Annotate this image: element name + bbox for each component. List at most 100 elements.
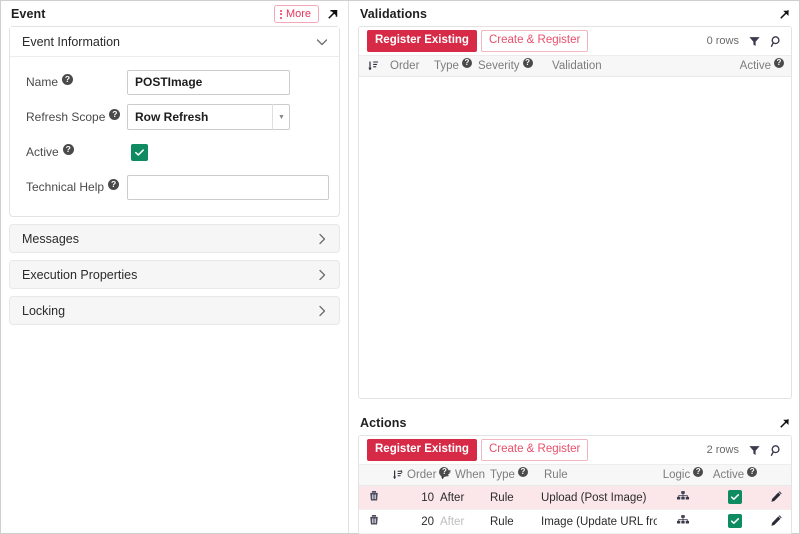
validations-toolbar-right: 0 rows	[707, 35, 783, 48]
validations-col-validation[interactable]: Validation	[549, 56, 721, 77]
validations-col-order[interactable]: Order	[387, 56, 431, 77]
validations-col-active[interactable]: Active ?	[721, 56, 791, 77]
validations-register-existing-button[interactable]: Register Existing	[367, 30, 477, 51]
validations-col-validation-label: Validation	[552, 60, 602, 72]
actions-col-type[interactable]: Type ?	[487, 465, 535, 486]
messages-label: Messages	[22, 232, 79, 246]
validations-title: Validations	[360, 7, 427, 21]
event-header-actions: More	[274, 5, 340, 23]
pencil-icon[interactable]	[770, 514, 783, 527]
expand-arrow-icon[interactable]	[326, 7, 340, 21]
active-label-text: Active	[26, 145, 59, 159]
validations-col-sort[interactable]	[359, 56, 387, 77]
validations-toolbar: Register Existing Create & Register 0 ro…	[359, 27, 791, 55]
actions-col-rule-label: Rule	[544, 469, 568, 481]
sidebar-item-execution-properties[interactable]: Execution Properties	[9, 260, 340, 289]
chevron-right-icon[interactable]	[315, 232, 329, 246]
field-row-refresh-scope: Refresh Scope ? Row Refresh ▼	[22, 102, 329, 132]
search-icon[interactable]	[770, 444, 783, 457]
validations-header-actions	[778, 7, 792, 21]
actions-table-header-row: 1 Order ? 2 When	[359, 465, 791, 486]
actions-col-logic[interactable]: Logic ?	[657, 465, 709, 486]
help-icon[interactable]: ?	[518, 467, 528, 477]
chevron-down-icon[interactable]	[315, 35, 329, 49]
row-edit-cell[interactable]	[761, 486, 791, 510]
validations-empty-area	[359, 77, 791, 395]
refresh-scope-value[interactable]: Row Refresh	[127, 104, 290, 130]
pencil-icon[interactable]	[770, 490, 783, 503]
row-logic-cell[interactable]	[657, 486, 709, 510]
help-icon[interactable]: ?	[747, 467, 757, 477]
row-edit-cell[interactable]	[761, 510, 791, 534]
row-when: After	[437, 486, 487, 510]
table-row[interactable]: 20AfterRuleImage (Update URL from Upload…	[359, 510, 791, 534]
actions-header: Actions	[350, 410, 800, 432]
name-input[interactable]	[127, 70, 290, 95]
event-information-header[interactable]: Event Information	[10, 27, 339, 57]
sidebar-item-locking[interactable]: Locking	[9, 296, 340, 325]
validations-create-register-button[interactable]: Create & Register	[481, 30, 588, 51]
more-button[interactable]: More	[274, 5, 319, 23]
help-icon[interactable]: ?	[523, 58, 533, 68]
validations-col-order-label: Order	[390, 60, 419, 72]
row-type: Rule	[487, 510, 535, 534]
name-label-text: Name	[26, 75, 58, 89]
actions-panel: Actions Register Existing Create & Regis…	[350, 410, 800, 533]
field-row-technical-help: Technical Help ?	[22, 172, 329, 202]
actions-col-type-label: Type	[490, 469, 515, 481]
actions-create-register-button[interactable]: Create & Register	[481, 439, 588, 460]
validations-col-severity[interactable]: Severity ?	[475, 56, 549, 77]
expand-arrow-icon[interactable]	[778, 7, 792, 21]
row-when: After	[437, 510, 487, 534]
filter-icon[interactable]	[748, 444, 761, 457]
chevron-down-icon[interactable]: ▼	[272, 104, 290, 130]
help-icon[interactable]: ?	[693, 467, 703, 477]
actions-col-logic-label: Logic	[663, 469, 691, 481]
help-icon[interactable]: ?	[462, 58, 472, 68]
row-order: 20	[389, 510, 437, 534]
hierarchy-icon[interactable]	[676, 490, 690, 503]
right-column: Validations Register Existing Create & R…	[350, 1, 800, 533]
row-logic-cell[interactable]	[657, 510, 709, 534]
row-active-checkbox[interactable]	[728, 514, 742, 528]
actions-col-order[interactable]: 1 Order ?	[389, 465, 437, 486]
chevron-right-icon[interactable]	[315, 268, 329, 282]
trash-icon[interactable]	[368, 490, 380, 502]
actions-col-rule[interactable]: Rule	[535, 465, 657, 486]
trash-icon[interactable]	[368, 514, 380, 526]
expand-arrow-icon[interactable]	[778, 416, 792, 430]
refresh-scope-select[interactable]: Row Refresh ▼	[127, 104, 290, 130]
row-active-cell[interactable]	[709, 486, 761, 510]
row-type: Rule	[487, 486, 535, 510]
validations-col-severity-label: Severity	[478, 60, 520, 72]
actions-toolbar: Register Existing Create & Register 2 ro…	[359, 436, 791, 464]
row-rule: Image (Update URL from Upload)	[535, 510, 657, 534]
table-row[interactable]: 10AfterRuleUpload (Post Image)	[359, 486, 791, 510]
hierarchy-icon[interactable]	[676, 514, 690, 527]
row-delete-cell[interactable]	[359, 486, 389, 510]
validations-col-type[interactable]: Type ?	[431, 56, 475, 77]
validations-table: Order Type ? Severity ?	[359, 55, 791, 77]
search-icon[interactable]	[770, 35, 783, 48]
svg-text:1: 1	[400, 469, 403, 474]
chevron-right-icon[interactable]	[315, 304, 329, 318]
actions-col-order-label: Order	[407, 469, 436, 481]
technical-help-input[interactable]	[127, 175, 329, 200]
sidebar-item-messages[interactable]: Messages	[9, 224, 340, 253]
help-icon[interactable]: ?	[109, 109, 120, 120]
help-icon[interactable]: ?	[62, 74, 73, 85]
row-active-cell[interactable]	[709, 510, 761, 534]
actions-register-existing-button[interactable]: Register Existing	[367, 439, 477, 460]
row-active-checkbox[interactable]	[728, 490, 742, 504]
filter-icon[interactable]	[748, 35, 761, 48]
help-icon[interactable]: ?	[774, 58, 784, 68]
help-icon[interactable]: ?	[108, 179, 119, 190]
row-delete-cell[interactable]	[359, 510, 389, 534]
help-icon[interactable]: ?	[63, 144, 74, 155]
actions-col-active[interactable]: Active ?	[709, 465, 761, 486]
kebab-menu-icon	[279, 9, 283, 20]
sort-ascending-icon[interactable]	[367, 60, 379, 72]
actions-col-when-label: When	[455, 469, 485, 481]
sort-ascending-1-icon[interactable]: 1	[392, 469, 404, 481]
active-checkbox[interactable]	[131, 144, 148, 161]
